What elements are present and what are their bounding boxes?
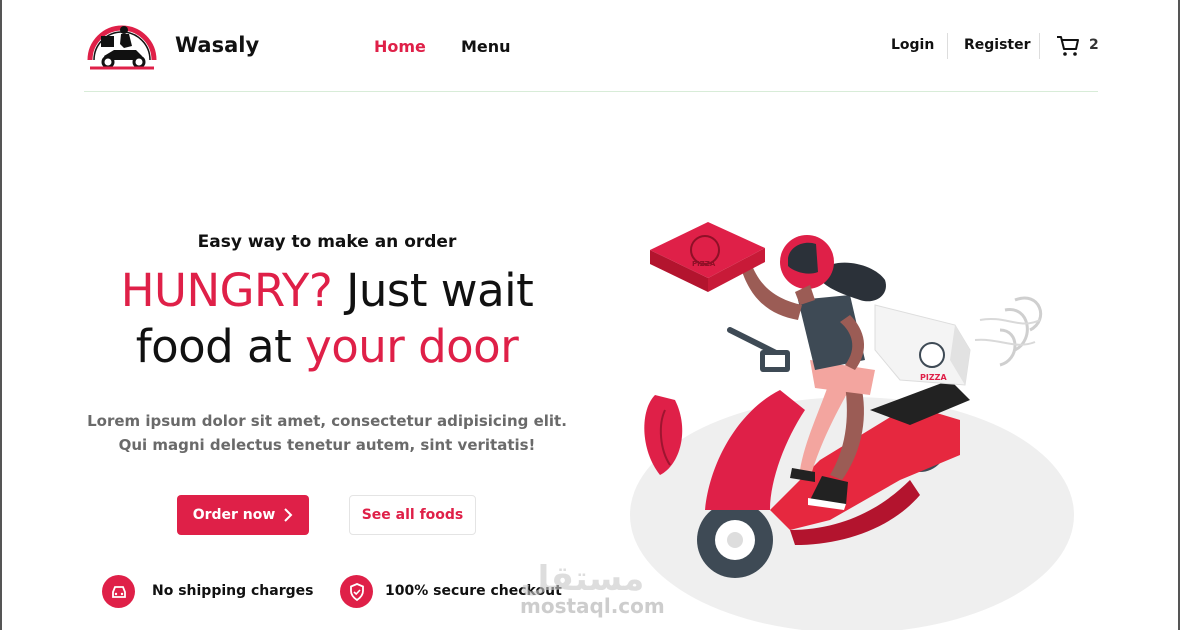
hero-tagline: Easy way to make an order	[197, 232, 457, 252]
pizza-box-label: PIZZA	[692, 260, 716, 268]
hero-title-text: Just wait	[332, 264, 534, 317]
register-link[interactable]: Register	[964, 37, 1031, 53]
watermark-text: mostaql.com	[520, 594, 665, 618]
login-link[interactable]: Login	[891, 37, 934, 53]
svg-text:PIZZA: PIZZA	[920, 373, 947, 382]
hero-description-line: Lorem ipsum dolor sit amet, consectetur …	[87, 412, 567, 430]
order-now-label: Order now	[192, 507, 276, 523]
brand-name[interactable]: Wasaly	[175, 33, 259, 57]
nav-divider	[947, 33, 948, 59]
hero-title-text: food at	[135, 320, 306, 373]
hero-title-highlight: HUNGRY?	[120, 264, 333, 317]
order-now-button[interactable]: Order now	[177, 495, 309, 535]
nav-divider	[1039, 33, 1040, 59]
hero-title-highlight: your door	[305, 320, 519, 373]
cart-count-badge: 2	[1089, 37, 1099, 53]
delivery-rider-illustration: PIZZA PIZZA	[630, 222, 1074, 630]
delivery-scooter-logo[interactable]	[84, 16, 160, 74]
see-all-foods-button[interactable]: See all foods	[349, 495, 476, 535]
nav-menu-link[interactable]: Menu	[461, 37, 511, 56]
feature-label: No shipping charges	[152, 583, 314, 599]
chevron-right-icon	[284, 508, 293, 522]
hero-title-line-2: food at your door	[0, 320, 654, 373]
cart-icon[interactable]	[1056, 34, 1080, 58]
shield-icon	[340, 575, 373, 608]
svg-text:مستقل: مستقل	[520, 559, 644, 599]
nav-home-link[interactable]: Home	[374, 37, 426, 56]
hero-title-line-1: HUNGRY? Just wait	[0, 264, 654, 317]
hero-description: Lorem ipsum dolor sit amet, consectetur …	[0, 409, 654, 457]
hero-description-line: Qui magni delectus tenetur autem, sint v…	[118, 436, 536, 454]
site-header: Wasaly Home Menu Login Register 2	[84, 0, 1099, 92]
car-icon	[102, 575, 135, 608]
